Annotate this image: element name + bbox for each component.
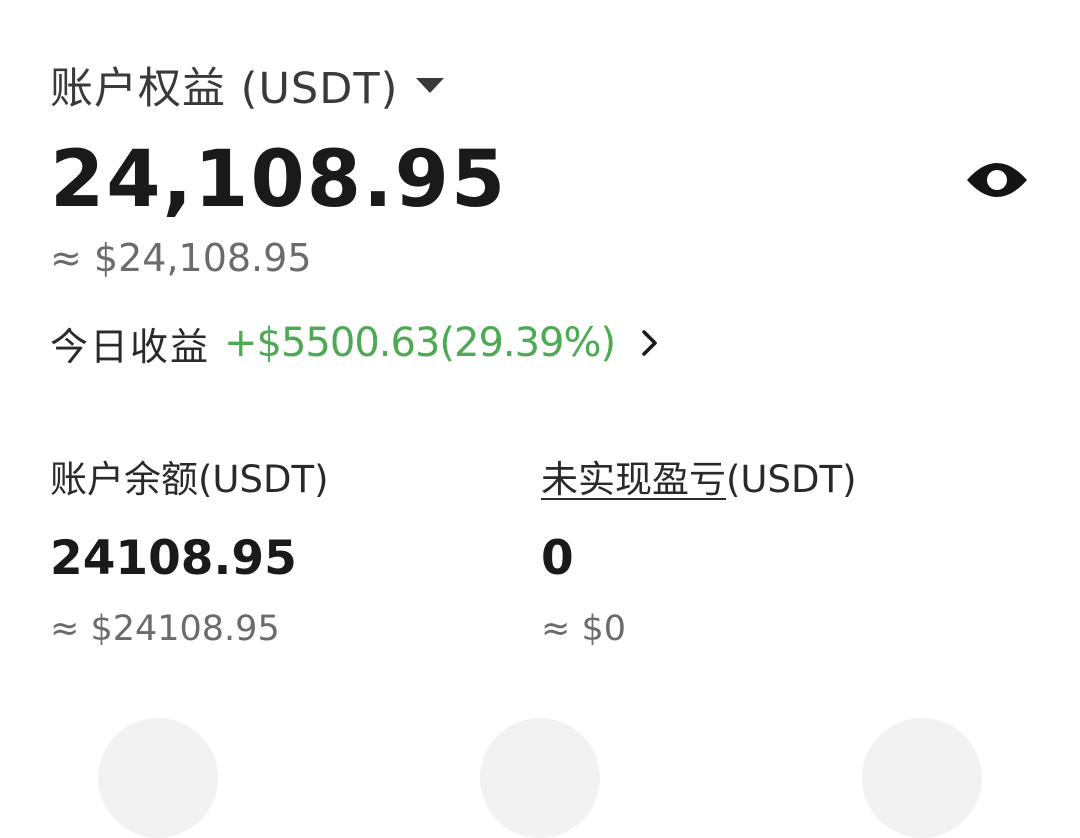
balance-approx-value: ≈ $24108.95 [50, 609, 280, 649]
today-pnl-row[interactable]: 今日收益 +$5500.63(29.39%) [50, 314, 663, 372]
unrealized-pnl-value: 0 [541, 531, 574, 586]
today-pnl-value: +$5500.63(29.39%) [224, 320, 616, 366]
balance-value: 24108.95 [50, 531, 297, 586]
unrealized-pnl-help-link[interactable]: 未实现盈亏 [541, 458, 726, 501]
equity-currency-selector[interactable]: 账户权益 (USDT) [50, 56, 445, 114]
unrealized-pnl-approx-value: ≈ $0 [541, 609, 626, 649]
action-button-1[interactable] [98, 718, 218, 838]
today-pnl-label: 今日收益 [50, 324, 211, 369]
action-button-2[interactable] [480, 718, 600, 838]
balance-label: 账户余额(USDT) [50, 458, 329, 501]
chevron-right-icon [637, 323, 663, 363]
eye-icon[interactable] [964, 152, 1030, 208]
unrealized-pnl-unit: (USDT) [726, 458, 857, 501]
action-button-3[interactable] [862, 718, 982, 838]
unrealized-pnl-label: 未实现盈亏(USDT) [541, 456, 857, 504]
caret-down-icon [416, 77, 445, 93]
equity-approx-value: ≈ $24,108.95 [50, 236, 312, 280]
equity-value: 24,108.95 [50, 135, 508, 225]
equity-label: 账户权益 (USDT) [50, 64, 399, 114]
